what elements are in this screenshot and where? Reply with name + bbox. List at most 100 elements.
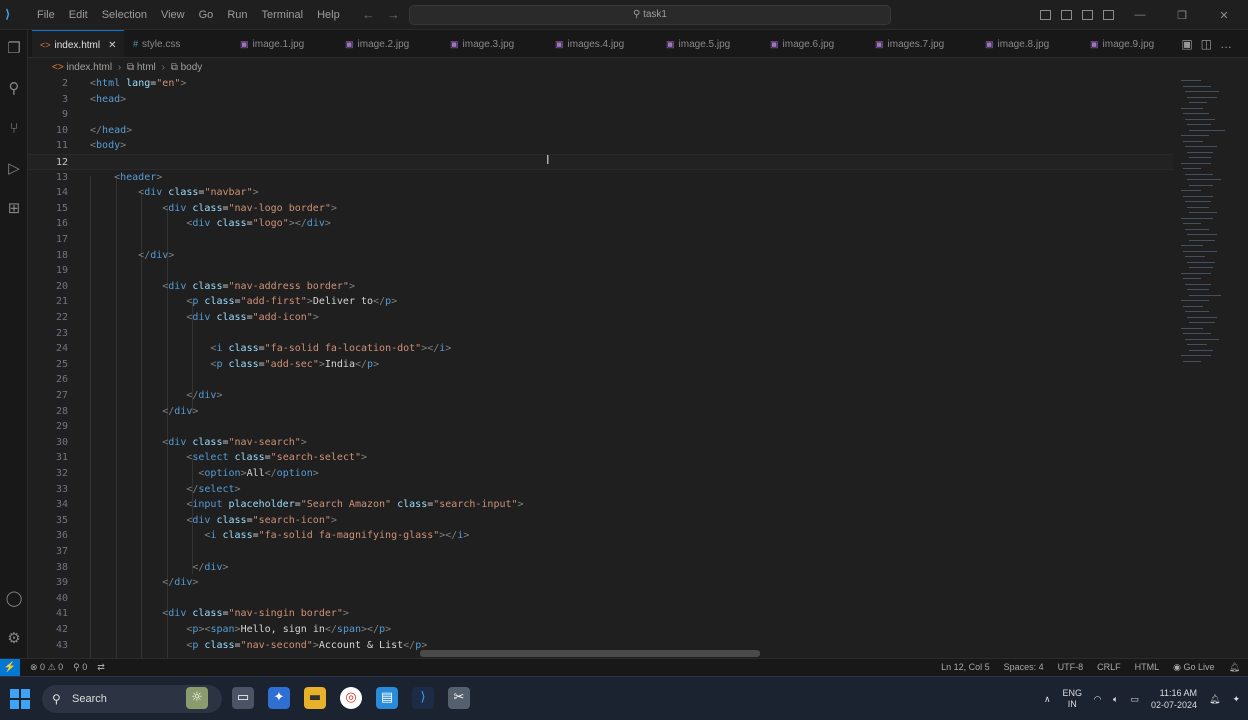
close-tab-icon[interactable]: ✕: [108, 40, 116, 51]
tab-image-6[interactable]: ▣ image.6.jpg: [770, 30, 834, 57]
code-line[interactable]: 16 <div class="logo"></div>: [28, 216, 1173, 232]
breadcrumb-item-body[interactable]: body: [181, 62, 203, 73]
customize-layout-icon[interactable]: [1103, 10, 1114, 20]
volume-icon[interactable]: 🔈︎: [1113, 694, 1118, 705]
code-line[interactable]: 24 <i class="fa-solid fa-location-dot"><…: [28, 341, 1173, 357]
menu-file[interactable]: File: [30, 9, 62, 21]
code-line[interactable]: 9: [28, 107, 1173, 123]
encoding[interactable]: UTF-8: [1058, 659, 1084, 676]
minimap[interactable]: [1173, 76, 1248, 376]
code-line[interactable]: 38 </div>: [28, 560, 1173, 576]
code-line[interactable]: 34 <input placeholder="Search Amazon" cl…: [28, 497, 1173, 513]
toggle-sidebar-icon[interactable]: [1040, 10, 1051, 20]
problems-indicator[interactable]: ⊗ 0 ⚠ 0: [30, 659, 63, 676]
tab-image-3[interactable]: ▣ image.3.jpg: [450, 30, 514, 57]
menu-edit[interactable]: Edit: [62, 9, 95, 21]
code-line[interactable]: 39 </div>: [28, 575, 1173, 591]
tab-style-css[interactable]: # style.css: [133, 30, 180, 57]
explorer-icon[interactable]: ❐: [4, 38, 24, 58]
code-line[interactable]: 19: [28, 263, 1173, 279]
notifications-bell-icon[interactable]: 🔔︎: [1229, 659, 1240, 676]
code-line[interactable]: 11 <body>: [28, 138, 1173, 154]
minimize-button[interactable]: —: [1124, 9, 1156, 21]
code-line[interactable]: 25 <p class="add-sec">India</p>: [28, 357, 1173, 373]
code-line[interactable]: 20 <div class="nav-address border">: [28, 279, 1173, 295]
tab-image-8[interactable]: ▣ image.8.jpg: [985, 30, 1049, 57]
indentation[interactable]: Spaces: 4: [1004, 659, 1044, 676]
notification-icon[interactable]: 🔔︎: [1209, 694, 1220, 705]
code-line[interactable]: 22 <div class="add-icon">: [28, 310, 1173, 326]
run-debug-icon[interactable]: ▷: [4, 158, 24, 178]
breadcrumb-item-html[interactable]: html: [137, 62, 156, 73]
clock[interactable]: 11:16 AM 02-07-2024: [1151, 687, 1197, 711]
code-line[interactable]: 3 <head>: [28, 92, 1173, 108]
code-line[interactable]: 26: [28, 372, 1173, 388]
chrome-icon[interactable]: ◎: [340, 687, 362, 709]
go-live-button[interactable]: ◉ Go Live: [1173, 659, 1214, 676]
code-line[interactable]: 17: [28, 232, 1173, 248]
chevron-up-icon[interactable]: ∧: [1044, 694, 1051, 705]
breadcrumb-item-file[interactable]: index.html: [66, 62, 112, 73]
live-share-icon[interactable]: ⇄: [97, 659, 105, 676]
tab-images-7[interactable]: ▣ images.7.jpg: [875, 30, 944, 57]
remote-indicator-icon[interactable]: ⚡: [0, 659, 20, 677]
tab-image-9[interactable]: ▣ image.9.jpg: [1090, 30, 1154, 57]
code-line[interactable]: 41 <div class="nav-singin border">: [28, 606, 1173, 622]
toggle-secondary-sidebar-icon[interactable]: [1082, 10, 1093, 20]
menu-selection[interactable]: Selection: [95, 9, 154, 21]
toggle-panel-icon[interactable]: [1061, 10, 1072, 20]
back-arrow-icon[interactable]: ←: [362, 7, 387, 22]
tab-image-5[interactable]: ▣ image.5.jpg: [666, 30, 730, 57]
copilot-icon[interactable]: ✦: [268, 687, 290, 709]
vscode-taskbar-icon[interactable]: ⟩: [412, 687, 434, 709]
battery-icon[interactable]: ▭: [1130, 694, 1139, 705]
code-line[interactable]: 35 <div class="search-icon">: [28, 513, 1173, 529]
horizontal-scrollbar[interactable]: [420, 650, 760, 657]
code-line[interactable]: 28 </div>: [28, 404, 1173, 420]
tab-index-html[interactable]: <> index.html ✕: [32, 30, 125, 57]
code-line[interactable]: 37: [28, 544, 1173, 560]
menu-terminal[interactable]: Terminal: [255, 9, 311, 21]
code-line[interactable]: 32 <option>All</option>: [28, 466, 1173, 482]
code-line[interactable]: 40: [28, 591, 1173, 607]
code-line[interactable]: 21 <p class="add-first">Deliver to</p>: [28, 294, 1173, 310]
cursor-position[interactable]: Ln 12, Col 5: [941, 659, 990, 676]
code-line[interactable]: 27 </div>: [28, 388, 1173, 404]
code-line[interactable]: 13 <header>: [28, 170, 1173, 186]
code-line[interactable]: 33 </select>: [28, 482, 1173, 498]
menu-help[interactable]: Help: [310, 9, 347, 21]
code-line[interactable]: 14 <div class="navbar">: [28, 185, 1173, 201]
tab-images-4[interactable]: ▣ images.4.jpg: [555, 30, 624, 57]
close-window-button[interactable]: ✕: [1208, 9, 1240, 22]
command-center-search[interactable]: ⚲ task1: [409, 5, 891, 25]
extensions-icon[interactable]: ⊞: [4, 198, 24, 218]
wifi-icon[interactable]: ◜◝: [1094, 694, 1101, 705]
code-line[interactable]: 18 </div>: [28, 248, 1173, 264]
windows-start-icon[interactable]: [10, 689, 30, 709]
tab-image-1[interactable]: ▣ image.1.jpg: [240, 30, 304, 57]
language-mode[interactable]: HTML: [1135, 659, 1160, 676]
notepad-icon[interactable]: ▤: [376, 687, 398, 709]
search-icon[interactable]: ⚲: [4, 78, 24, 98]
ports-indicator[interactable]: ⚲ 0: [73, 659, 87, 676]
code-line[interactable]: 2 <html lang="en">: [28, 76, 1173, 92]
source-control-icon[interactable]: ⑂: [4, 118, 24, 138]
settings-gear-icon[interactable]: ⚙: [4, 628, 24, 648]
menu-go[interactable]: Go: [192, 9, 221, 21]
more-actions-icon[interactable]: …: [1220, 37, 1240, 51]
file-explorer-icon[interactable]: ▬: [304, 687, 326, 709]
task-view-icon[interactable]: ▭: [232, 687, 254, 709]
code-line[interactable]: 10 </head>: [28, 123, 1173, 139]
menu-run[interactable]: Run: [220, 9, 254, 21]
menu-view[interactable]: View: [154, 9, 192, 21]
code-line[interactable]: 29: [28, 419, 1173, 435]
restore-button[interactable]: ❐: [1166, 9, 1198, 22]
code-line[interactable]: 31 <select class="search-select">: [28, 450, 1173, 466]
tab-image-2[interactable]: ▣ image.2.jpg: [345, 30, 409, 57]
code-line[interactable]: 30 <div class="nav-search">: [28, 435, 1173, 451]
code-line[interactable]: 12: [28, 154, 1173, 170]
code-line[interactable]: 36 <i class="fa-solid fa-magnifying-glas…: [28, 528, 1173, 544]
more-tabs-icon[interactable]: ▣: [1181, 37, 1200, 51]
code-line[interactable]: 15 <div class="nav-logo border">: [28, 201, 1173, 217]
code-editor[interactable]: 2 <html lang="en"> 3 <head> 9 10 </head> 11 <bod…: [28, 76, 1173, 658]
